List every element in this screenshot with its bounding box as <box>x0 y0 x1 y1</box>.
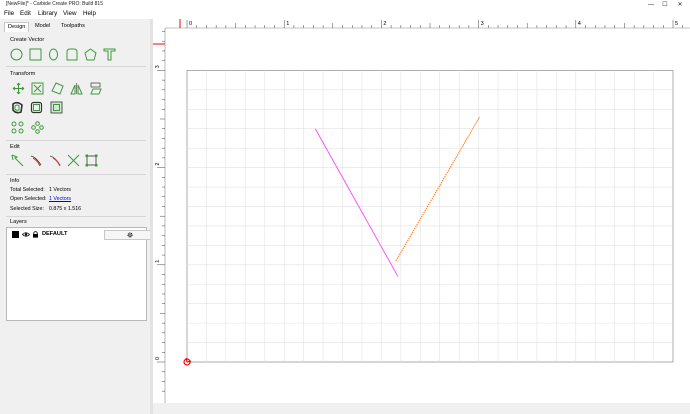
section-create-vector: Create Vector <box>10 37 45 43</box>
design-canvas[interactable]: 0 1 2 3 4 5 0 1 2 3 <box>153 19 690 414</box>
menu-library[interactable]: Library <box>38 10 57 17</box>
lock-icon[interactable] <box>32 231 39 238</box>
pentagon-icon[interactable] <box>84 48 97 61</box>
top-ruler <box>153 19 690 28</box>
canvas-drawing[interactable]: 0 1 2 3 4 5 0 1 2 3 <box>153 19 690 414</box>
layer-settings-button[interactable] <box>104 230 156 240</box>
minimize-button[interactable]: — <box>644 0 658 9</box>
gear-icon <box>127 232 133 238</box>
window-title: [NewFile]* - Carbide Create PRO: Build 8… <box>6 1 103 7</box>
menu-file[interactable]: File <box>4 10 14 17</box>
title-bar: [NewFile]* - Carbide Create PRO: Build 8… <box>0 0 690 9</box>
section-info: Info <box>10 178 20 184</box>
ellipse-icon[interactable] <box>47 48 60 61</box>
menu-edit[interactable]: Edit <box>20 10 31 17</box>
section-transform: Transform <box>10 71 36 77</box>
left-panel: Design Model Toolpaths Create Vector Tra… <box>0 19 156 414</box>
open-selected-label: Open Selected: <box>10 196 47 202</box>
join-icon[interactable] <box>30 154 43 167</box>
tab-design[interactable]: Design <box>4 22 30 32</box>
layer-name: DEFAULT <box>42 231 68 237</box>
rectangle-icon[interactable] <box>29 48 42 61</box>
grid-array-icon[interactable] <box>31 121 44 134</box>
selected-size-value: 0.875 x 1.516 <box>49 206 82 212</box>
shear-icon[interactable] <box>89 82 102 95</box>
trim-icon[interactable] <box>49 154 62 167</box>
maximize-button[interactable]: ☐ <box>658 0 672 9</box>
eye-icon[interactable] <box>21 231 31 238</box>
cut-icon[interactable] <box>67 154 80 167</box>
layers-list: DEFAULT <box>6 227 156 321</box>
total-selected-value: 1 Vectors <box>49 187 72 193</box>
y-ruler-label: 1 <box>155 260 161 263</box>
rotate-icon[interactable] <box>51 82 64 95</box>
x-ruler-label: 5 <box>675 21 678 27</box>
circular-array-icon[interactable] <box>11 121 24 134</box>
mirror-icon[interactable] <box>70 82 83 95</box>
bounding-box-icon[interactable] <box>85 154 98 167</box>
rounded-polygon-icon[interactable] <box>65 48 78 61</box>
total-selected-label: Total Selected: <box>10 187 45 193</box>
circle-icon[interactable] <box>10 48 23 61</box>
menu-bar: File Edit Library View Help <box>0 9 690 19</box>
x-ruler-label: 2 <box>383 21 386 27</box>
open-selected-link[interactable]: 1 Vectors <box>49 196 71 202</box>
offset-icon[interactable] <box>11 101 24 114</box>
y-ruler-label: 2 <box>155 162 161 165</box>
align-icon[interactable] <box>50 101 63 114</box>
x-ruler-label: 4 <box>578 21 581 27</box>
move-icon[interactable] <box>12 82 25 95</box>
selected-size-label: Selected Size: <box>10 206 44 212</box>
text-icon[interactable] <box>103 48 116 61</box>
layer-color-swatch[interactable] <box>12 231 19 238</box>
close-button[interactable]: ✕ <box>673 0 687 9</box>
fillet-icon[interactable] <box>30 101 43 114</box>
x-ruler-label: 0 <box>189 21 192 27</box>
node-edit-icon[interactable] <box>11 154 24 167</box>
section-edit: Edit <box>10 144 20 150</box>
x-ruler-label: 1 <box>286 21 289 27</box>
x-ruler-label: 3 <box>481 21 484 27</box>
tab-model[interactable]: Model <box>32 22 53 31</box>
tab-toolpaths[interactable]: Toolpaths <box>58 22 88 31</box>
y-ruler-label: 3 <box>155 65 161 68</box>
menu-help[interactable]: Help <box>83 10 96 17</box>
y-ruler-label: 0 <box>155 357 161 360</box>
stock-boundary <box>186 70 674 363</box>
menu-view[interactable]: View <box>63 10 77 17</box>
layer-row[interactable]: DEFAULT <box>10 230 156 240</box>
section-layers: Layers <box>10 219 27 225</box>
left-ruler <box>153 19 165 414</box>
scale-icon[interactable] <box>31 82 44 95</box>
horizontal-scrollbar[interactable] <box>153 403 690 414</box>
